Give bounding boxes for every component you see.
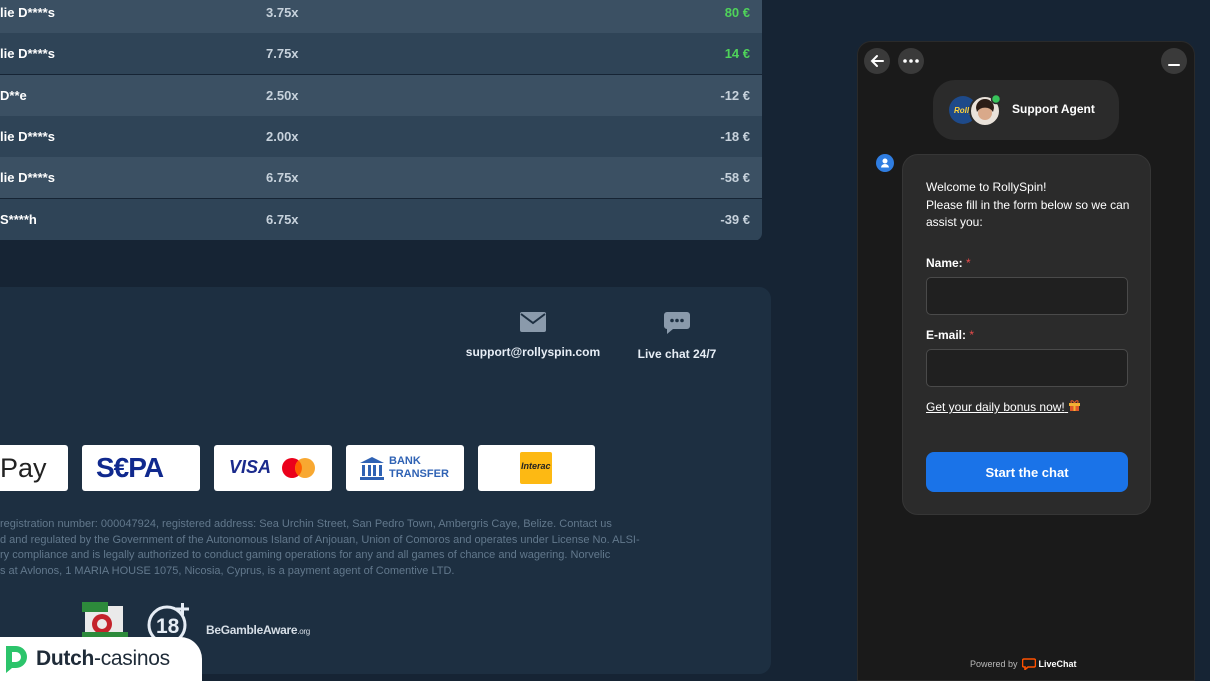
sepa-logo: S€PA	[82, 445, 200, 491]
table-row: lie D****s 7.75x 14 €	[0, 33, 762, 74]
bank-icon	[360, 457, 384, 480]
payout: -12 €	[720, 88, 750, 103]
email-field[interactable]	[926, 349, 1128, 387]
table-row: lie D****s 6.75x -58 €	[0, 157, 762, 198]
arrow-left-icon	[870, 55, 884, 67]
brand-name: Dutch	[36, 647, 94, 670]
table-row: D**e 2.50x -12 €	[0, 75, 762, 116]
interac-logo: Interac	[478, 445, 595, 491]
support-email: support@rollyspin.com	[465, 345, 601, 359]
payout: -39 €	[720, 212, 750, 227]
mastercard-icon	[282, 458, 315, 478]
user-icon	[881, 158, 889, 168]
support-email-link[interactable]: support@rollyspin.com	[463, 311, 603, 361]
livechat-widget: Rolly Support Agent Welcome to RollySpin…	[857, 41, 1195, 681]
name-field[interactable]	[926, 277, 1128, 315]
table-row: lie D****s 2.00x -18 €	[0, 116, 762, 157]
player-name: lie D****s	[0, 170, 55, 185]
table-row: S****h 6.75x -39 €	[0, 199, 762, 240]
name-label: Name: *	[926, 256, 971, 270]
chat-bubble-icon	[664, 312, 690, 334]
dutch-casinos-logo-icon	[6, 646, 27, 673]
multiplier: 7.75x	[266, 46, 299, 61]
bot-avatar	[876, 154, 894, 172]
more-options-button[interactable]	[898, 48, 924, 74]
powered-by[interactable]: Powered by LiveChat	[970, 658, 1077, 670]
live-chat-link[interactable]: Live chat 24/7	[607, 311, 747, 363]
brand-suffix: -casinos	[94, 647, 170, 670]
player-name: D**e	[0, 88, 27, 103]
recent-bets-table: lie D****s 3.75x 80 € lie D****s 7.75x 1…	[0, 0, 762, 241]
site-footer: support@rollyspin.com Live chat 24/7 Pay…	[0, 287, 771, 674]
legal-text: registration number: 000047924, register…	[0, 518, 640, 577]
minimize-icon	[1168, 64, 1180, 66]
agent-avatars: Rolly	[949, 94, 1002, 127]
payout: -58 €	[720, 170, 750, 185]
dutch-casinos-watermark: Dutch-casinos	[0, 637, 202, 681]
live-chat-label: Live chat 24/7	[637, 347, 717, 361]
bank-transfer-logo: BANK TRANSFER	[346, 445, 464, 491]
begambleaware-logo[interactable]: BeGambleAware.org	[206, 623, 310, 637]
player-name: lie D****s	[0, 129, 55, 144]
table-row: lie D****s 3.75x 80 €	[0, 0, 762, 33]
required-mark: *	[969, 328, 975, 342]
gift-icon	[1069, 400, 1081, 411]
multiplier: 2.00x	[266, 129, 299, 144]
welcome-message: Welcome to RollySpin! Please fill in the…	[926, 180, 1130, 229]
email-label: E-mail: *	[926, 328, 975, 342]
agent-name: Support Agent	[1012, 102, 1095, 116]
player-name: S****h	[0, 212, 37, 227]
prechat-form: Welcome to RollySpin! Please fill in the…	[902, 154, 1151, 515]
svg-text:18: 18	[156, 615, 180, 638]
multiplier: 6.75x	[266, 170, 299, 185]
player-name: lie D****s	[0, 5, 55, 20]
ellipsis-icon	[903, 59, 919, 63]
visa-mastercard-logo: VISA	[214, 445, 332, 491]
daily-bonus-link[interactable]: Get your daily bonus now!	[926, 399, 1081, 414]
mail-icon	[520, 312, 546, 332]
minimize-button[interactable]	[1161, 48, 1187, 74]
payout: 80 €	[724, 5, 750, 20]
multiplier: 6.75x	[266, 212, 299, 227]
back-button[interactable]	[864, 48, 890, 74]
required-mark: *	[966, 256, 971, 270]
start-chat-button[interactable]: Start the chat	[926, 452, 1128, 492]
player-name: lie D****s	[0, 46, 55, 61]
agent-header: Rolly Support Agent	[933, 80, 1119, 140]
livechat-logo-icon	[1021, 658, 1036, 670]
multiplier: 2.50x	[266, 88, 299, 103]
payout: 14 €	[724, 46, 750, 61]
license-seal-icon	[82, 602, 128, 638]
multiplier: 3.75x	[266, 5, 299, 20]
apple-pay-logo: Pay	[0, 445, 68, 491]
payout: -18 €	[720, 129, 750, 144]
